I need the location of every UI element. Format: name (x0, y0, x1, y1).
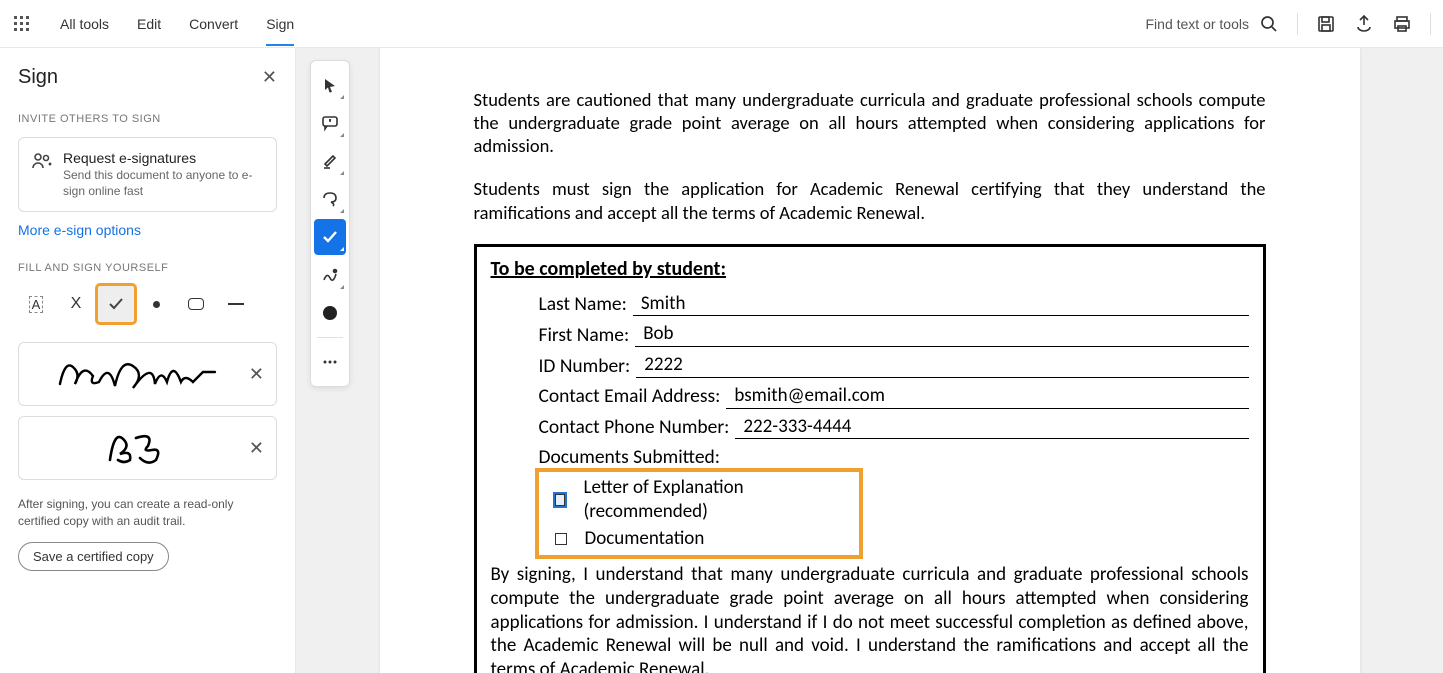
comment-tool[interactable] (314, 105, 346, 141)
line-tool[interactable] (218, 286, 254, 322)
row-last-name: Last Name: Smith (539, 292, 1249, 317)
dot-tool[interactable] (138, 286, 174, 322)
draw-tool[interactable] (314, 257, 346, 293)
docs-label: Documents Submitted: (539, 445, 1249, 469)
row-email: Contact Email Address: bsmith@email.com (539, 384, 1249, 409)
card-sub: Send this document to anyone to e-sign o… (63, 168, 264, 199)
sign-sidebar: Sign ✕ INVITE OTHERS TO SIGN Request e-s… (0, 48, 296, 673)
student-form-box: To be completed by student: Last Name: S… (474, 244, 1266, 673)
menu-edit[interactable]: Edit (123, 2, 175, 46)
menu-convert[interactable]: Convert (175, 2, 252, 46)
cursor-tool[interactable] (314, 67, 346, 103)
close-icon[interactable]: ✕ (262, 67, 277, 88)
menu-all-tools[interactable]: All tools (46, 2, 123, 46)
find-label: Find text or tools (1146, 16, 1250, 32)
label-first-name: First Name: (539, 323, 630, 347)
value-email[interactable]: bsmith@email.com (726, 384, 1248, 409)
fill-tool-row: A X (18, 286, 277, 322)
floating-toolbar (310, 60, 350, 387)
value-first-name[interactable]: Bob (635, 322, 1248, 347)
menubar-right: Find text or tools (1146, 13, 1432, 35)
value-phone[interactable]: 222-333-4444 (735, 415, 1248, 440)
label-last-name: Last Name: (539, 292, 627, 316)
toolbar-separator (317, 337, 343, 338)
menu-sign[interactable]: Sign (252, 2, 308, 46)
label-email: Contact Email Address: (539, 384, 721, 408)
save-icon[interactable] (1316, 14, 1336, 34)
initials-image (31, 426, 249, 470)
separator (1297, 13, 1298, 35)
label-id: ID Number: (539, 354, 631, 378)
agreement-paragraph: By signing, I understand that many under… (491, 563, 1249, 673)
doc-item-0: Letter of Explanation (recommended) (545, 474, 853, 526)
value-id[interactable]: 2222 (636, 353, 1248, 378)
row-id: ID Number: 2222 (539, 353, 1249, 378)
top-menubar: All tools Edit Convert Sign Find text or… (0, 0, 1443, 48)
more-esign-link[interactable]: More e-sign options (18, 222, 141, 238)
print-icon[interactable] (1392, 14, 1412, 34)
circle-tool[interactable] (178, 286, 214, 322)
menubar-left: All tools Edit Convert Sign (12, 2, 308, 46)
document-area[interactable]: Students are cautioned that many undergr… (296, 48, 1443, 673)
paragraph-1: Students are cautioned that many undergr… (474, 88, 1266, 157)
signing-note: After signing, you can create a read-onl… (18, 496, 277, 530)
check-tool[interactable] (314, 219, 346, 255)
card-title: Request e-signatures (63, 150, 264, 166)
section-invite-label: INVITE OTHERS TO SIGN (18, 113, 277, 125)
separator (1430, 13, 1431, 35)
apps-grid-icon[interactable] (12, 14, 32, 34)
section-fill-label: FILL AND SIGN YOURSELF (18, 262, 277, 274)
row-first-name: First Name: Bob (539, 322, 1249, 347)
doc-label-0: Letter of Explanation (recommended) (583, 476, 842, 524)
color-dot-tool[interactable] (314, 295, 346, 331)
doc-label-1: Documentation (585, 527, 705, 551)
save-certified-copy-button[interactable]: Save a certified copy (18, 542, 169, 571)
share-icon[interactable] (1354, 14, 1374, 34)
doc-item-1: Documentation (545, 525, 853, 553)
checkbox-letter[interactable] (555, 494, 566, 506)
request-esignatures-card[interactable]: Request e-signatures Send this document … (18, 137, 277, 212)
checkbox-documentation[interactable] (555, 533, 567, 545)
value-last-name[interactable]: Smith (633, 292, 1249, 317)
docs-highlight-box: Letter of Explanation (recommended) Docu… (539, 472, 859, 555)
delete-initials-icon[interactable]: ✕ (249, 438, 264, 459)
highlight-tool[interactable] (314, 143, 346, 179)
paragraph-2: Students must sign the application for A… (474, 177, 1266, 223)
people-icon (31, 150, 53, 199)
label-phone: Contact Phone Number: (539, 415, 730, 439)
sidebar-title: Sign (18, 66, 58, 89)
document-page: Students are cautioned that many undergr… (380, 48, 1360, 673)
lasso-tool[interactable] (314, 181, 346, 217)
signature-box[interactable]: ✕ (18, 342, 277, 406)
more-tool[interactable] (314, 344, 346, 380)
row-phone: Contact Phone Number: 222-333-4444 (539, 415, 1249, 440)
form-heading: To be completed by student: (491, 257, 1249, 282)
x-mark-tool[interactable]: X (58, 286, 94, 322)
text-tool[interactable]: A (18, 286, 54, 322)
delete-signature-icon[interactable]: ✕ (249, 364, 264, 385)
signature-image (31, 352, 249, 396)
check-mark-tool[interactable] (98, 286, 134, 322)
initials-box[interactable]: ✕ (18, 416, 277, 480)
search-icon[interactable] (1259, 14, 1279, 34)
